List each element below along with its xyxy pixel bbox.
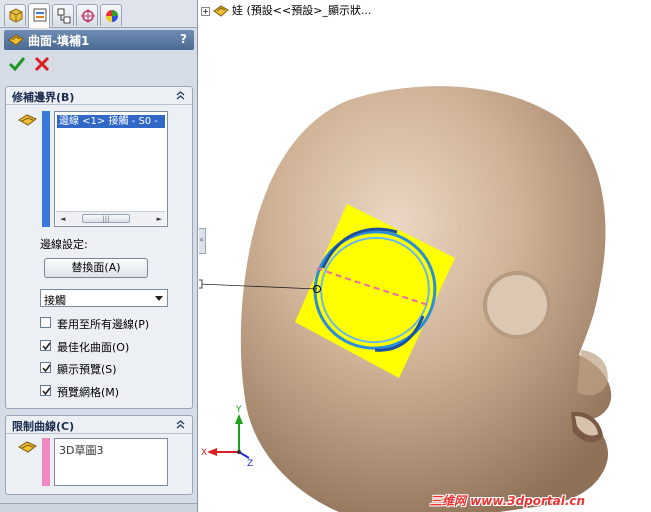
configuration-icon <box>57 8 71 24</box>
constraint-curves-header[interactable]: 限制曲線(C) <box>6 416 192 434</box>
feature-tree-icon <box>9 8 23 23</box>
panel-collapse-handle[interactable]: « <box>199 228 206 254</box>
property-sheet-icon <box>33 8 47 22</box>
checkmark-icon <box>42 364 51 373</box>
feature-tree-flyout[interactable]: + 娃 (預設<<預設>_顯示狀... <box>201 2 371 18</box>
checkbox-box[interactable] <box>40 317 51 328</box>
curvature-control-select[interactable]: 接觸 <box>40 289 168 307</box>
property-manager-panel: 曲面-填補1 ? 修補邊界(B) 邊線 <1> 接觸 - S0 - ◄ ||| … <box>0 0 198 512</box>
part-icon <box>213 5 229 17</box>
horizontal-scrollbar[interactable]: ◄ ||| ► <box>56 211 166 225</box>
checkmark-icon <box>42 387 51 396</box>
property-manager-tab[interactable] <box>28 3 50 28</box>
y-axis-label: Y <box>235 405 242 415</box>
apply-all-edges-label: 套用至所有邊線(P) <box>57 318 150 331</box>
patch-boundary-header[interactable]: 修補邊界(B) <box>6 87 192 105</box>
bottom-tab-strip[interactable] <box>0 503 197 512</box>
scroll-right-icon[interactable]: ► <box>157 215 162 223</box>
feature-title: 曲面-填補1 <box>28 34 90 48</box>
patch-boundary-group: 修補邊界(B) 邊線 <1> 接觸 - S0 - ◄ ||| ► 邊線設定: 替… <box>5 86 193 409</box>
checkbox-box[interactable] <box>40 362 51 373</box>
checkbox-box[interactable] <box>40 385 51 396</box>
replace-face-button[interactable]: 替換面(A) <box>44 258 148 278</box>
constraint-list-item[interactable]: 3D草圖3 <box>59 442 103 458</box>
checkmark-icon <box>42 342 51 351</box>
feature-manager-tab[interactable] <box>4 4 26 26</box>
manager-tab-strip <box>0 0 197 28</box>
show-preview-label: 顯示預覽(S) <box>57 363 117 376</box>
model-scene: Y X Z <box>199 86 612 512</box>
scrollbar-thumb[interactable]: ||| <box>82 214 130 223</box>
boundary-list-item[interactable]: 邊線 <1> 接觸 - S0 - <box>57 115 165 128</box>
edge-selection-icon <box>18 114 37 126</box>
preview-mesh-label: 預覽網格(M) <box>57 386 120 399</box>
expand-plus-icon[interactable]: + <box>201 6 210 16</box>
fill-surface-icon <box>8 34 24 46</box>
nose <box>577 350 608 396</box>
curve-selection-icon <box>18 441 37 453</box>
patch-boundary-title: 修補邊界(B) <box>12 91 75 104</box>
constraint-selection-list[interactable]: 3D草圖3 <box>54 438 168 486</box>
boundary-color-bar <box>42 111 50 227</box>
constraint-curves-title: 限制曲線(C) <box>12 420 75 433</box>
configuration-manager-tab[interactable] <box>52 4 74 26</box>
eye-ball <box>487 275 547 335</box>
property-manager-header: 曲面-填補1 ? <box>4 30 194 50</box>
collapse-chevron-icon[interactable] <box>175 419 186 430</box>
x-axis-label: X <box>201 448 207 458</box>
curvature-control-value: 接觸 <box>44 294 66 307</box>
display-manager-tab[interactable] <box>100 4 122 26</box>
cancel-x-button[interactable] <box>33 55 51 73</box>
chevron-left-icon[interactable]: « <box>199 235 204 244</box>
watermark: 三维网 www.3dportal.cn <box>430 494 586 508</box>
view-triad: Y X Z <box>201 405 253 469</box>
graphics-viewport[interactable]: Y X Z + 娃 (預設<<預設>_顯示狀... « 三维网 www.3dpor… <box>199 0 651 512</box>
edge-settings-label: 邊線設定: <box>40 238 88 251</box>
crosshair-icon <box>81 9 95 23</box>
dimxpert-manager-tab[interactable] <box>76 4 98 26</box>
constraint-color-bar <box>42 438 50 486</box>
callout-anchor <box>199 279 203 289</box>
collapse-chevron-icon[interactable] <box>175 90 186 101</box>
z-axis-label: Z <box>247 459 253 469</box>
ok-checkmark-button[interactable] <box>8 55 26 73</box>
help-button[interactable]: ? <box>180 32 187 46</box>
scroll-left-icon[interactable]: ◄ <box>60 215 65 223</box>
chevron-down-icon[interactable] <box>151 290 167 306</box>
optimize-surface-label: 最佳化曲面(O) <box>57 341 130 354</box>
color-wheel-icon <box>106 10 118 22</box>
checkbox-box[interactable] <box>40 340 51 351</box>
constraint-curves-group: 限制曲線(C) 3D草圖3 <box>5 415 193 495</box>
boundary-selection-list[interactable]: 邊線 <1> 接觸 - S0 - ◄ ||| ► <box>54 111 168 227</box>
part-name: 娃 (預設<<預設>_顯示狀... <box>232 4 372 17</box>
